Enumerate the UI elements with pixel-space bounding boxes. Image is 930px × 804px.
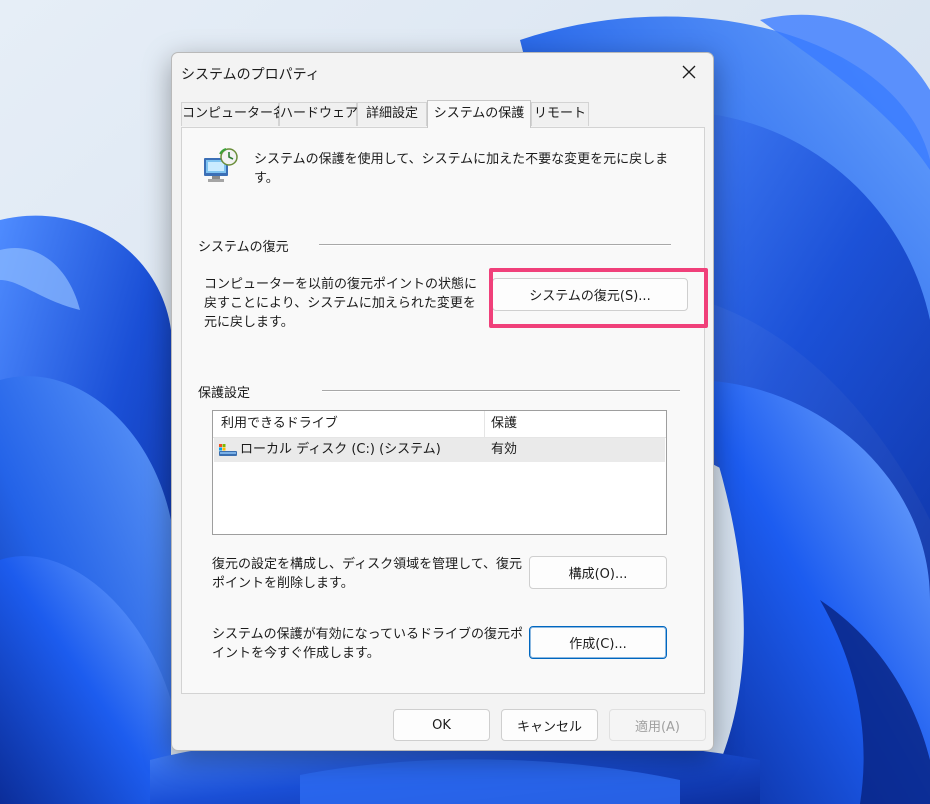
system-properties-dialog: システムのプロパティ コンピューター名 ハードウェア 詳細設定 システムの保護 …	[171, 52, 714, 751]
system-protection-icon	[204, 148, 238, 182]
tab-advanced[interactable]: 詳細設定	[357, 102, 427, 126]
intro-description: システムの保護を使用して、システムに加えた不要な変更を元に戻します。	[254, 152, 669, 186]
cancel-button[interactable]: キャンセル	[501, 709, 598, 741]
drive-list-header: 利用できるドライブ 保護	[213, 411, 666, 438]
tab-hardware[interactable]: ハードウェア	[279, 102, 358, 126]
column-available-drives[interactable]: 利用できるドライブ	[221, 411, 338, 437]
column-separator[interactable]	[484, 411, 485, 437]
restore-description: コンピューターを以前の復元ポイントの状態に戻すことにより、システムに加えられた変…	[204, 277, 478, 330]
close-button[interactable]	[675, 59, 703, 85]
protection-group-title: 保護設定	[198, 386, 251, 401]
configure-button[interactable]: 構成(O)...	[529, 556, 667, 589]
column-protection[interactable]: 保護	[491, 411, 517, 437]
system-protection-panel: システムの保護を使用して、システムに加えた不要な変更を元に戻します。 システムの…	[181, 127, 708, 694]
apply-button[interactable]: 適用(A)	[609, 709, 706, 741]
highlight-annotation	[489, 268, 708, 328]
drive-list[interactable]: 利用できるドライブ 保護 ローカル ディスク (C:) (システム) 有効	[212, 410, 667, 535]
dialog-title: システムのプロパティ	[181, 67, 320, 83]
drive-protection-status: 有効	[491, 442, 518, 457]
close-icon	[682, 65, 696, 79]
table-row[interactable]: ローカル ディスク (C:) (システム) 有効	[214, 438, 665, 462]
restore-group-divider	[319, 244, 671, 246]
tab-system-protection[interactable]: システムの保護	[427, 100, 531, 128]
drive-icon	[219, 444, 237, 456]
create-description: システムの保護が有効になっているドライブの復元ポイントを今すぐ作成します。	[212, 627, 523, 661]
drive-name: ローカル ディスク (C:) (システム)	[240, 442, 441, 457]
create-button[interactable]: 作成(C)...	[529, 626, 667, 659]
configure-description: 復元の設定を構成し、ディスク領域を管理して、復元ポイントを削除します。	[212, 557, 523, 591]
tab-remote[interactable]: リモート	[531, 102, 589, 126]
ok-button[interactable]: OK	[393, 709, 490, 741]
protection-group-divider	[322, 390, 680, 392]
tab-computer-name[interactable]: コンピューター名	[181, 102, 286, 126]
restore-group-title: システムの復元	[198, 240, 289, 255]
